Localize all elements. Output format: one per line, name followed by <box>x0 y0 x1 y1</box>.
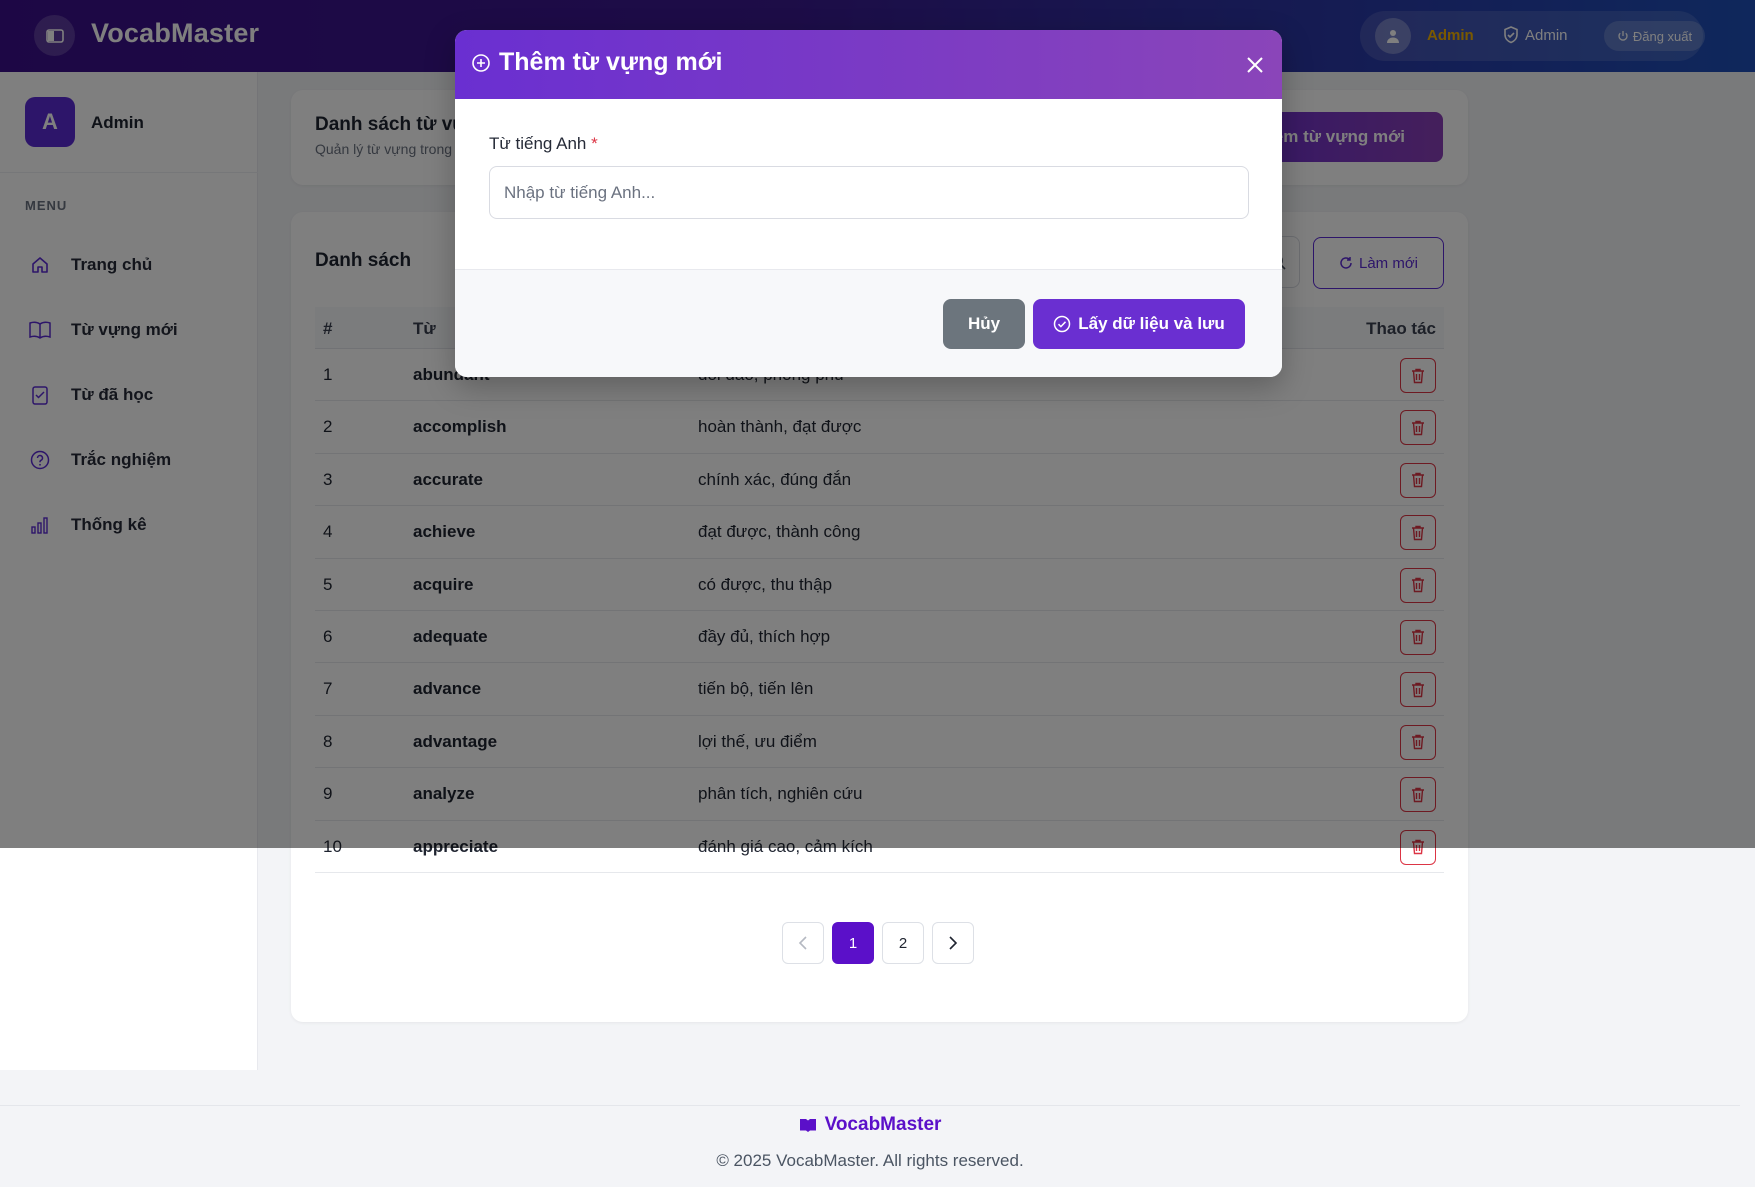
modal-title-text: Thêm từ vựng mới <box>499 48 723 76</box>
save-button-label: Lấy dữ liệu và lưu <box>1078 314 1225 333</box>
page-button-2[interactable]: 2 <box>882 922 924 964</box>
footer-brand: VocabMaster <box>0 1114 1740 1136</box>
close-icon[interactable] <box>1242 52 1268 78</box>
field-label-text: Từ tiếng Anh <box>489 134 587 153</box>
modal-title: Thêm từ vựng mới <box>471 48 722 77</box>
chevron-right-icon <box>948 936 958 950</box>
page-button-1[interactable]: 1 <box>832 922 874 964</box>
chevron-left-icon <box>798 936 808 950</box>
fetch-and-save-button[interactable]: Lấy dữ liệu và lưu <box>1033 299 1245 349</box>
english-word-input[interactable] <box>489 166 1249 219</box>
modal-header: Thêm từ vựng mới <box>455 30 1282 99</box>
pagination: 1 2 <box>782 922 974 964</box>
english-word-label: Từ tiếng Anh * <box>489 134 598 154</box>
next-page-button[interactable] <box>932 922 974 964</box>
modal-footer: Hủy Lấy dữ liệu và lưu <box>455 269 1282 377</box>
footer-copyright: © 2025 VocabMaster. All rights reserved. <box>716 1151 1024 1170</box>
add-word-modal: Thêm từ vựng mới Từ tiếng Anh * Hủy Lấy … <box>455 30 1282 377</box>
cancel-button[interactable]: Hủy <box>943 299 1025 349</box>
check-circle-icon <box>1053 315 1071 333</box>
footer: VocabMaster © 2025 VocabMaster. All righ… <box>0 1105 1740 1187</box>
plus-circle-icon <box>471 53 491 73</box>
footer-brand-text: VocabMaster <box>824 1114 942 1135</box>
previous-page-button[interactable] <box>782 922 824 964</box>
book-icon <box>799 1117 817 1133</box>
required-mark: * <box>591 134 598 153</box>
